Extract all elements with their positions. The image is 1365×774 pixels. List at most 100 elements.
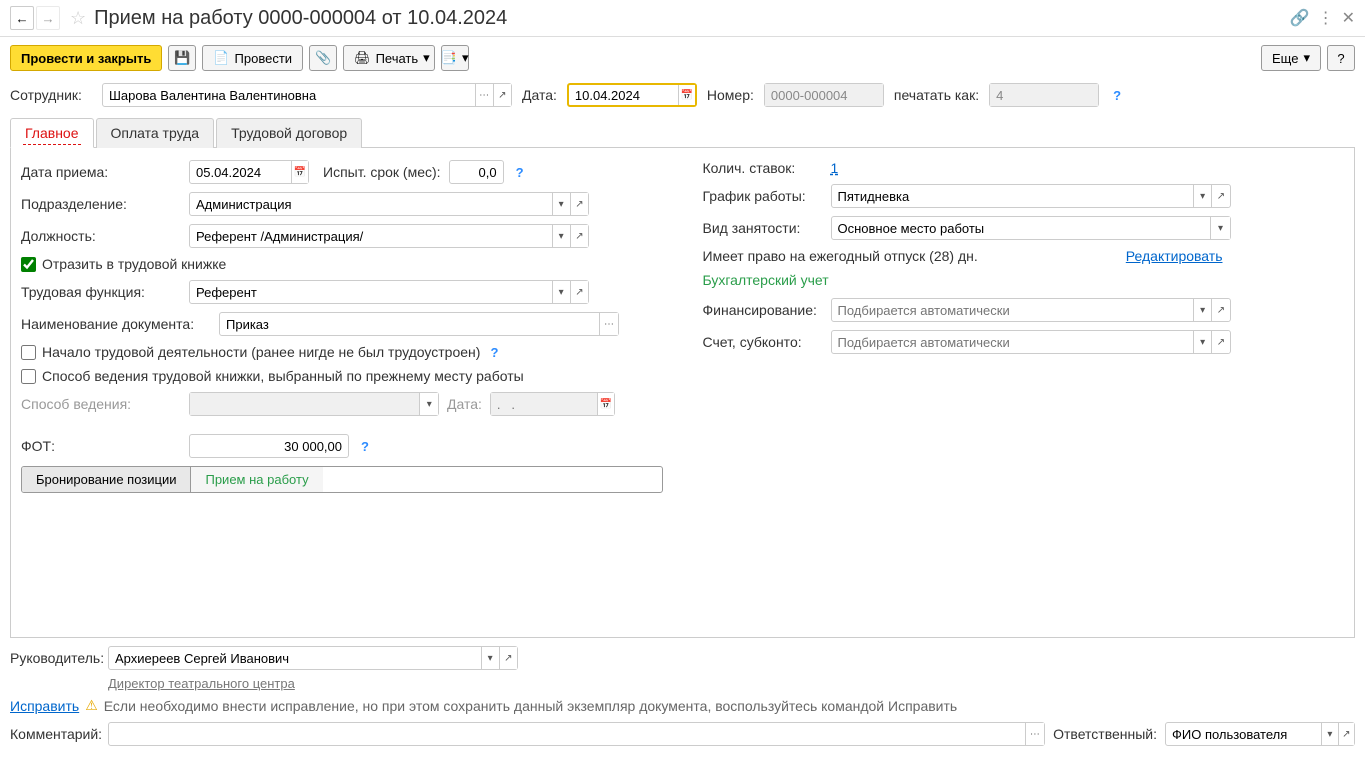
method-date-input-group: 📅	[490, 392, 615, 416]
hire-button[interactable]: Прием на работу	[190, 467, 322, 492]
tab-contract[interactable]: Трудовой договор	[216, 118, 362, 148]
financing-input[interactable]	[832, 299, 1194, 321]
schedule-input-group: ▾ ↗	[831, 184, 1231, 208]
employee-input[interactable]	[103, 84, 475, 106]
schedule-dropdown-button[interactable]: ▾	[1193, 185, 1211, 207]
manager-position-link[interactable]: Директор театрального центра	[108, 676, 295, 691]
department-dropdown-button[interactable]: ▾	[552, 193, 570, 215]
nav-back-button[interactable]: ←	[10, 6, 34, 30]
employee-open-button[interactable]: ↗	[493, 84, 511, 106]
probation-input[interactable]	[450, 161, 503, 183]
department-input[interactable]	[190, 193, 552, 215]
responsible-open-button[interactable]: ↗	[1338, 723, 1354, 745]
doc-name-input[interactable]	[220, 313, 599, 335]
doc-name-input-group: ⋯	[219, 312, 619, 336]
manager-dropdown-button[interactable]: ▾	[481, 647, 499, 669]
method-date-calendar-button: 📅	[597, 393, 614, 415]
help-icon[interactable]: ?	[490, 345, 498, 360]
help-button[interactable]: ?	[1327, 45, 1355, 71]
attach-button[interactable]: 📎	[309, 45, 337, 71]
post-and-close-button[interactable]: Провести и закрыть	[10, 45, 162, 71]
rates-link[interactable]: 1	[831, 160, 839, 176]
tab-payment[interactable]: Оплата труда	[96, 118, 215, 148]
number-input	[765, 84, 883, 106]
link-icon[interactable]: 🔗	[1290, 8, 1310, 28]
employment-input[interactable]	[832, 217, 1211, 239]
hire-date-calendar-button[interactable]: 📅	[291, 161, 308, 183]
manager-input[interactable]	[109, 647, 481, 669]
comment-select-button[interactable]: ⋯	[1025, 723, 1045, 745]
post-button[interactable]: 📄Провести	[202, 45, 303, 71]
department-label: Подразделение:	[21, 196, 181, 212]
method-label: Способ ведения:	[21, 396, 181, 412]
position-input[interactable]	[190, 225, 552, 247]
labor-function-input-group: ▾ ↗	[189, 280, 589, 304]
schedule-input[interactable]	[832, 185, 1194, 207]
help-icon[interactable]: ?	[361, 439, 369, 454]
print-as-input	[990, 84, 1098, 106]
accounting-section-title: Бухгалтерский учет	[703, 272, 1345, 288]
department-open-button[interactable]: ↗	[570, 193, 588, 215]
employee-select-button[interactable]: ⋯	[475, 84, 493, 106]
manager-open-button[interactable]: ↗	[499, 647, 517, 669]
prev-method-checkbox[interactable]	[21, 369, 36, 384]
account-input[interactable]	[832, 331, 1194, 353]
edit-vacation-link[interactable]: Редактировать	[1126, 248, 1223, 264]
help-icon[interactable]: ?	[516, 165, 524, 180]
number-label: Номер:	[707, 87, 754, 103]
manager-label: Руководитель:	[10, 650, 100, 666]
account-label: Счет, субконто:	[703, 334, 823, 350]
employee-input-group: ⋯ ↗	[102, 83, 512, 107]
post-icon: 📄	[213, 50, 229, 66]
save-icon: 💾	[174, 50, 190, 66]
hire-date-input-group: 📅	[189, 160, 309, 184]
position-open-button[interactable]: ↗	[570, 225, 588, 247]
help-icon[interactable]: ?	[1113, 88, 1121, 103]
more-button[interactable]: Еще ▾	[1261, 45, 1321, 71]
responsible-input[interactable]	[1166, 723, 1321, 745]
date-calendar-button[interactable]: 📅	[678, 85, 695, 105]
employment-label: Вид занятости:	[703, 220, 823, 236]
account-input-group: ▾ ↗	[831, 330, 1231, 354]
hire-date-input[interactable]	[190, 161, 291, 183]
printer-icon: 🖨	[354, 50, 371, 66]
tab-content: Дата приема: 📅 Испыт. срок (мес): ? Подр…	[10, 148, 1355, 638]
department-input-group: ▾ ↗	[189, 192, 589, 216]
kebab-menu-icon[interactable]: ⋮	[1318, 8, 1334, 28]
create-based-on-button[interactable]: 📑 ▾	[441, 45, 469, 71]
doc-name-select-button[interactable]: ⋯	[599, 313, 618, 335]
labor-function-open-button[interactable]: ↗	[570, 281, 588, 303]
fot-input[interactable]	[190, 435, 348, 457]
favorite-icon[interactable]: ☆	[70, 8, 86, 29]
financing-input-group: ▾ ↗	[831, 298, 1231, 322]
financing-open-button[interactable]: ↗	[1211, 299, 1229, 321]
chevron-down-icon: ▾	[423, 50, 430, 66]
first-job-checkbox[interactable]	[21, 345, 36, 360]
comment-input[interactable]	[109, 723, 1025, 745]
fix-link[interactable]: Исправить	[10, 698, 79, 714]
financing-dropdown-button[interactable]: ▾	[1193, 299, 1211, 321]
manager-input-group: ▾ ↗	[108, 646, 518, 670]
reflect-checkbox[interactable]	[21, 257, 36, 272]
schedule-open-button[interactable]: ↗	[1211, 185, 1229, 207]
employee-label: Сотрудник:	[10, 87, 92, 103]
responsible-label: Ответственный:	[1053, 726, 1157, 742]
employment-dropdown-button[interactable]: ▾	[1210, 217, 1229, 239]
print-as-label: печатать как:	[894, 87, 979, 103]
labor-function-dropdown-button[interactable]: ▾	[552, 281, 570, 303]
plus-doc-icon: 📑	[441, 50, 457, 66]
financing-label: Финансирование:	[703, 302, 823, 318]
date-input[interactable]	[569, 85, 678, 105]
tab-main[interactable]: Главное	[10, 118, 94, 148]
labor-function-input[interactable]	[190, 281, 552, 303]
save-button[interactable]: 💾	[168, 45, 196, 71]
booking-position-button[interactable]: Бронирование позиции	[22, 467, 190, 492]
print-button[interactable]: 🖨Печать ▾	[343, 45, 435, 71]
doc-name-label: Наименование документа:	[21, 316, 211, 332]
account-dropdown-button[interactable]: ▾	[1193, 331, 1211, 353]
responsible-dropdown-button[interactable]: ▾	[1321, 723, 1337, 745]
account-open-button[interactable]: ↗	[1211, 331, 1229, 353]
close-icon[interactable]: ✕	[1342, 8, 1355, 28]
position-dropdown-button[interactable]: ▾	[552, 225, 570, 247]
method-input	[190, 393, 419, 415]
